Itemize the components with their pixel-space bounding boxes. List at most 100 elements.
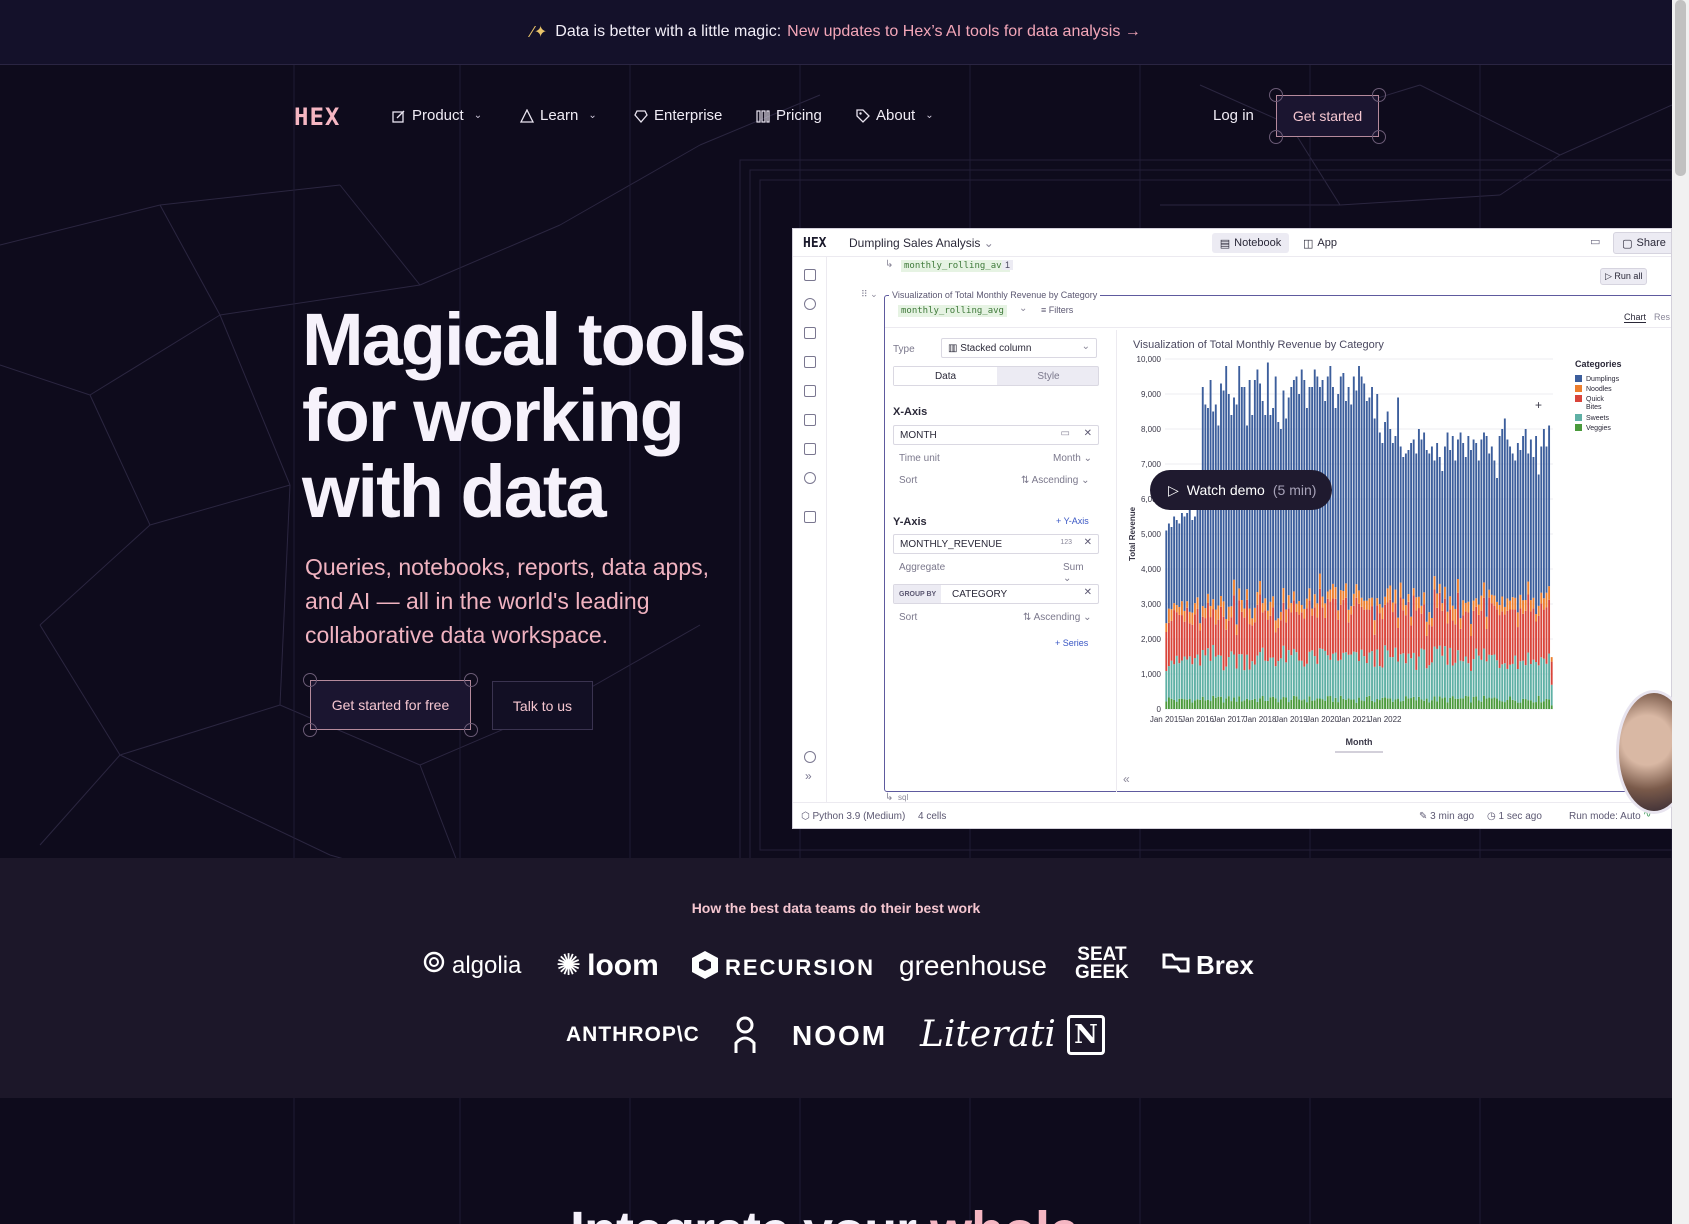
bar-segment-noodles bbox=[1227, 606, 1230, 621]
expand-icon[interactable]: » bbox=[805, 769, 812, 783]
login-link[interactable]: Log in bbox=[1213, 107, 1254, 124]
outline-icon[interactable] bbox=[804, 269, 816, 281]
watch-demo-button[interactable]: ▷ Watch demo (5 min) bbox=[1150, 470, 1332, 510]
add-series-button[interactable]: + Series bbox=[1055, 638, 1088, 648]
bar-segment-noodles bbox=[1266, 610, 1269, 620]
bar-segment-veggies bbox=[1337, 702, 1340, 709]
tab-style[interactable]: Style bbox=[997, 367, 1100, 385]
bar-segment-quick-bites bbox=[1540, 603, 1543, 658]
bar-segment-dumplings bbox=[1438, 457, 1441, 584]
folder-icon[interactable] bbox=[804, 385, 816, 397]
run-mode[interactable]: Run mode: Auto bbox=[1569, 811, 1641, 822]
bar-segment-quick-bites bbox=[1376, 605, 1379, 650]
bar-segment-sweets bbox=[1384, 645, 1386, 698]
bar-segment-quick-bites bbox=[1493, 605, 1496, 655]
run-all-button[interactable]: ▷ Run all bbox=[1600, 268, 1648, 285]
nav-item-pricing[interactable]: Pricing bbox=[756, 107, 822, 124]
bar-segment-noodles bbox=[1342, 590, 1345, 600]
close-icon[interactable]: ✕ bbox=[1084, 537, 1092, 548]
bar-segment-quick-bites bbox=[1503, 614, 1506, 664]
aggregate-select[interactable]: Sum ⌄ bbox=[1063, 562, 1093, 584]
bar-segment-sweets bbox=[1430, 662, 1433, 701]
bar-segment-sweets bbox=[1214, 656, 1217, 698]
logo-brex-text: Brex bbox=[1196, 950, 1254, 980]
comment-icon[interactable]: ▭ bbox=[1590, 235, 1600, 248]
search-icon[interactable] bbox=[804, 298, 816, 310]
tab-chart[interactable]: Chart bbox=[1624, 312, 1647, 323]
bar-segment-quick-bites bbox=[1407, 601, 1410, 654]
announcement-link[interactable]: New updates to Hex’s AI tools for data a… bbox=[787, 23, 1141, 41]
tab-notebook[interactable]: ▤ Notebook bbox=[1212, 233, 1289, 253]
bar-segment-quick-bites bbox=[1324, 617, 1327, 651]
help-icon[interactable] bbox=[804, 751, 816, 763]
bar-segment-veggies bbox=[1509, 696, 1511, 709]
bar-segment-veggies bbox=[1199, 699, 1202, 709]
bar-segment-quick-bites bbox=[1316, 617, 1319, 664]
bar-segment-quick-bites bbox=[1287, 608, 1290, 651]
share-button[interactable]: ▢ Share bbox=[1613, 232, 1671, 254]
add-yaxis-button[interactable]: + Y-Axis bbox=[1056, 516, 1089, 526]
filters-button[interactable]: ≡ Filters bbox=[1041, 305, 1073, 315]
logo-loom: ✺ loom bbox=[556, 948, 659, 983]
announcement-bar[interactable]: ⁄✦ Data is better with a little magic: N… bbox=[0, 0, 1672, 65]
bar-segment-quick-bites bbox=[1329, 601, 1332, 660]
cube-icon[interactable] bbox=[804, 356, 816, 368]
time-unit-select[interactable]: Month ⌄ bbox=[1053, 453, 1092, 464]
nav-item-learn[interactable]: Learn ⌄ bbox=[519, 107, 597, 124]
bar-segment-noodles bbox=[1334, 587, 1337, 599]
bar-segment-veggies bbox=[1496, 698, 1498, 709]
variables-icon[interactable] bbox=[804, 414, 816, 426]
bar-segment-dumplings bbox=[1514, 460, 1517, 598]
bar-segment-noodles bbox=[1175, 605, 1178, 613]
chart-type-text: Stacked column bbox=[960, 343, 1032, 354]
project-title[interactable]: Dumpling Sales Analysis ⌄ bbox=[849, 236, 994, 250]
bar-segment-quick-bites bbox=[1501, 611, 1504, 665]
x-sort-select[interactable]: ⇅ Ascending ⌄ bbox=[1021, 475, 1089, 486]
page-scrollbar[interactable] bbox=[1672, 0, 1689, 1224]
drag-handle-icon[interactable]: ⠿ ⌄ bbox=[861, 289, 878, 300]
x-tick-label: Jan 2015 bbox=[1150, 715, 1183, 724]
bar-segment-dumplings bbox=[1537, 474, 1540, 606]
image-icon[interactable] bbox=[804, 511, 816, 523]
collapse-icon[interactable]: « bbox=[1123, 772, 1130, 786]
bar-segment-noodles bbox=[1430, 618, 1433, 627]
hex-logo[interactable]: HEX bbox=[294, 103, 340, 131]
xaxis-field[interactable]: MONTH ▭ ✕ bbox=[893, 425, 1099, 445]
get-started-free-button[interactable]: Get started for free bbox=[310, 680, 471, 730]
bar-segment-veggies bbox=[1225, 698, 1228, 709]
filters-label: Filters bbox=[1048, 305, 1074, 315]
group-by-field[interactable]: GROUP BY CATEGORY ✕ bbox=[893, 584, 1099, 604]
nav-item-about[interactable]: About ⌄ bbox=[856, 107, 934, 124]
bar-segment-veggies bbox=[1365, 696, 1368, 709]
tab-results[interactable]: Res bbox=[1654, 312, 1670, 322]
yaxis-field[interactable]: MONTHLY_REVENUE 123 ✕ bbox=[893, 534, 1099, 554]
runtime-indicator[interactable]: ⬡ Python 3.9 (Medium) bbox=[801, 811, 905, 822]
history-icon[interactable] bbox=[804, 472, 816, 484]
bar-segment-noodles bbox=[1407, 594, 1410, 602]
talk-to-us-button[interactable]: Talk to us bbox=[492, 681, 593, 730]
bar-segment-noodles bbox=[1485, 616, 1488, 630]
dataframe-selector[interactable]: monthly_rolling_avg bbox=[898, 305, 1007, 317]
bar-segment-sweets bbox=[1451, 665, 1454, 697]
group-sort-select[interactable]: ⇅ Ascending ⌄ bbox=[1023, 612, 1091, 623]
tab-app-label: App bbox=[1317, 237, 1337, 249]
calendar-icon[interactable] bbox=[804, 443, 816, 455]
close-icon[interactable]: ✕ bbox=[1084, 587, 1092, 598]
close-icon[interactable]: ✕ bbox=[1084, 428, 1092, 439]
bar-segment-veggies bbox=[1457, 698, 1459, 709]
bar-segment-noodles bbox=[1220, 596, 1222, 607]
chart-type-select[interactable]: ▥ Stacked column ⌄ bbox=[941, 338, 1097, 358]
scrollbar-thumb[interactable] bbox=[1675, 0, 1686, 176]
bar-segment-quick-bites bbox=[1470, 636, 1472, 671]
nav-item-product[interactable]: Product ⌄ bbox=[392, 107, 482, 124]
get-started-button[interactable]: Get started bbox=[1276, 95, 1379, 137]
edit-icon[interactable] bbox=[804, 327, 816, 339]
integrate-section-title: Integrate your whole bbox=[570, 1200, 1079, 1224]
bar-segment-sweets bbox=[1316, 663, 1319, 699]
tab-app[interactable]: ◫ App bbox=[1295, 233, 1345, 253]
tab-data[interactable]: Data bbox=[894, 367, 997, 385]
bar-segment-quick-bites bbox=[1545, 607, 1548, 664]
bar-segment-quick-bites bbox=[1475, 606, 1478, 649]
upstream-cell-tag[interactable]: monthly_rolling_avg bbox=[901, 260, 1010, 272]
nav-item-enterprise[interactable]: Enterprise bbox=[634, 107, 722, 124]
